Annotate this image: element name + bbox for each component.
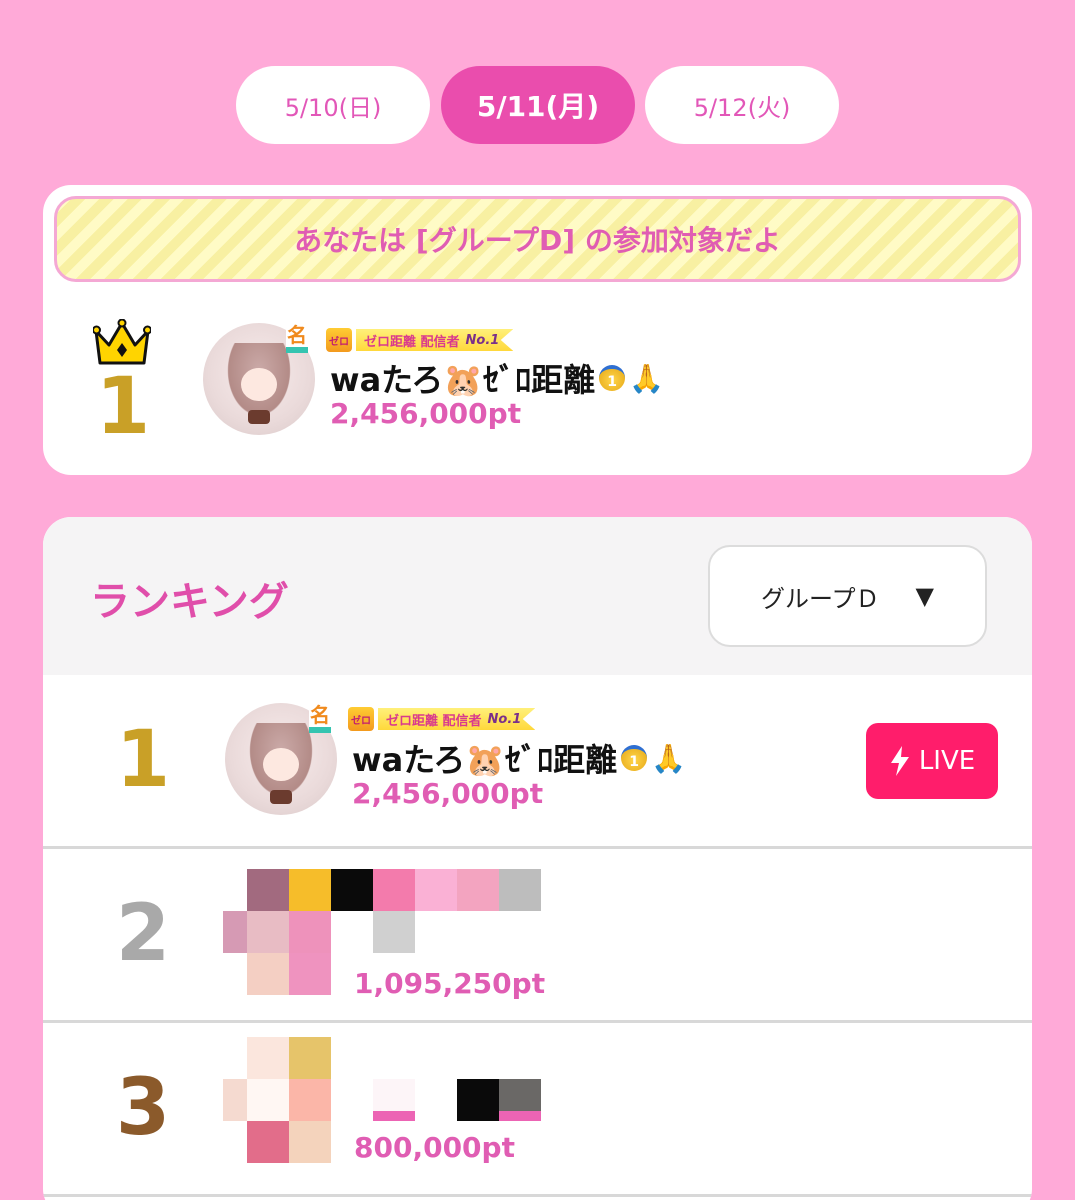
lightning-icon [890,746,909,776]
live-button[interactable]: LIVE [866,723,998,799]
gold-medal-icon: 1 [621,745,648,771]
zero-logo-icon: ゼロ [326,328,352,352]
my-points: 2,456,000pt [330,397,522,430]
badge-no1: No.1 [487,711,522,727]
name-tag-icon: 名 [309,699,331,733]
user-points: 1,095,250pt [354,967,546,1000]
ranking-card: ランキング グループＤ ▼ 1 名 ゼロ ゼロ距離 配信者 No.1 waたろ🐹… [43,517,1032,1200]
live-label: LIVE [918,746,976,776]
badge-ribbon: ゼロ距離 配信者 No.1 [356,329,514,351]
date-tab-5-10[interactable]: 5/10(日) [236,66,430,144]
ranking-row[interactable]: 3 800,000pt [43,1023,1032,1197]
rank-number: 3 [115,1063,171,1153]
ranking-header: ランキング グループＤ ▼ [43,517,1032,675]
user-points: 800,000pt [354,1131,515,1164]
my-status-card: あなたは [グループD] の参加対象だよ 1 名 ゼロ ゼロ距離 配信者 No.… [43,185,1032,475]
date-tabs: 5/10(日) 5/11(月) 5/12(火) [0,66,1075,144]
my-rank: 1 [93,319,153,449]
ranking-title: ランキング [90,579,289,625]
praying-hands-icon: 🙏 [629,361,664,395]
ranking-row[interactable]: 1 名 ゼロ ゼロ距離 配信者 No.1 waたろ🐹ｾﾞﾛ距離 1 🙏 2,45… [43,675,1032,849]
my-rank-number: 1 [95,362,151,452]
user-name-text: waたろ🐹ｾﾞﾛ距離 [352,741,618,779]
ranking-row[interactable]: 2 1,095,250pt [43,849,1032,1023]
badge-no1: No.1 [465,332,500,348]
streamer-badge: ゼロ ゼロ距離 配信者 No.1 [348,707,536,731]
my-user-name: waたろ🐹ｾﾞﾛ距離 1 🙏 [330,355,664,401]
gold-medal-icon: 1 [599,365,626,391]
badge-text: ゼロ距離 配信者 [386,713,482,729]
zero-logo-icon: ゼロ [348,707,374,731]
badge-ribbon: ゼロ距離 配信者 No.1 [378,708,536,730]
badge-text: ゼロ距離 配信者 [364,334,460,350]
name-tag-icon: 名 [286,319,308,353]
streamer-badge: ゼロ ゼロ距離 配信者 No.1 [326,328,514,352]
date-tab-5-12[interactable]: 5/12(火) [645,66,839,144]
praying-hands-icon: 🙏 [651,741,686,775]
user-name: waたろ🐹ｾﾞﾛ距離 1 🙏 [352,735,686,781]
group-select[interactable]: グループＤ ▼ [708,545,987,647]
user-name-text: waたろ🐹ｾﾞﾛ距離 [330,361,596,399]
user-points: 2,456,000pt [352,777,544,810]
dropdown-arrow-icon: ▼ [915,582,935,610]
rank-number: 1 [115,715,171,805]
rank-number: 2 [115,889,171,979]
group-banner: あなたは [グループD] の参加対象だよ [54,196,1021,282]
group-select-value: グループＤ [760,584,880,613]
date-tab-5-11[interactable]: 5/11(月) [441,66,635,144]
